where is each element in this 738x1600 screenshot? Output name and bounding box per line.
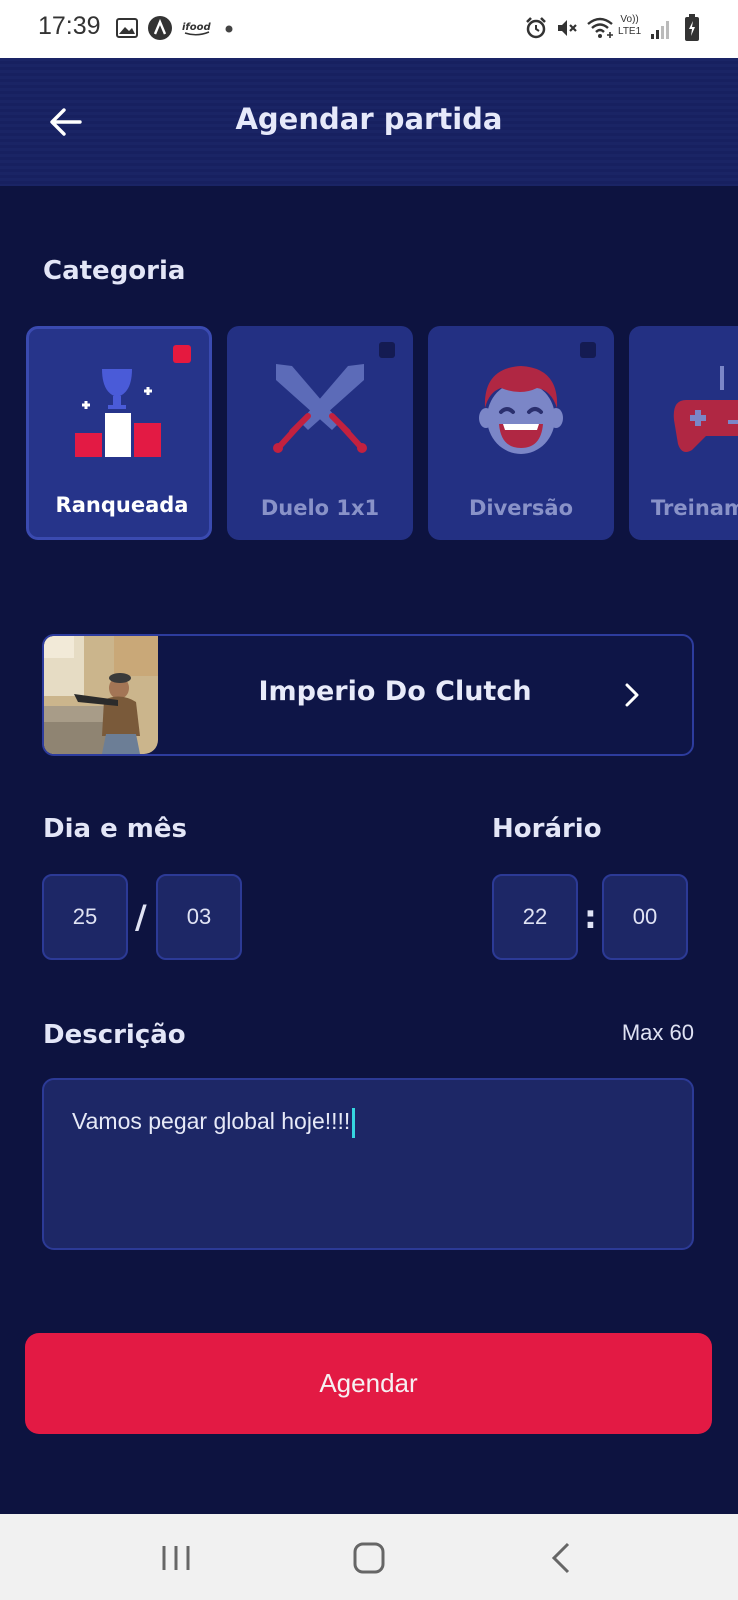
category-card-diversao[interactable]: Diversão [428, 326, 614, 540]
app-header: Agendar partida [0, 58, 738, 186]
svg-text:ifood: ifood [182, 22, 212, 33]
lte-label: LTE1 [618, 26, 642, 37]
dot-icon [225, 25, 233, 33]
day-input[interactable]: 25 [42, 874, 128, 960]
volte-label: Vo)) [620, 14, 639, 25]
home-icon[interactable] [349, 1538, 389, 1578]
signal-icon [651, 21, 669, 39]
system-nav-bar [0, 1514, 738, 1600]
card-checkbox [379, 342, 395, 358]
date-separator: / [135, 898, 147, 936]
category-card-label: Ranqueada [55, 493, 189, 517]
category-label: Categoria [43, 256, 186, 286]
page-title: Agendar partida [235, 102, 503, 136]
description-text: Vamos pegar global hoje!!!! [72, 1108, 351, 1135]
month-input[interactable]: 03 [156, 874, 242, 960]
crossed-swords-icon [273, 364, 367, 453]
time-label: Horário [492, 814, 602, 844]
text-caret [352, 1108, 356, 1138]
category-card-label: Diversão [468, 496, 573, 520]
category-card-ranqueada[interactable]: Ranqueada [26, 326, 212, 540]
volte-icon: Vo)) LTE1 [618, 14, 641, 38]
back-nav-icon[interactable] [542, 1538, 582, 1578]
team-name: Imperio Do Clutch [258, 676, 532, 707]
battery-icon [685, 14, 699, 41]
schedule-button[interactable]: Agendar [25, 1333, 712, 1434]
category-card-duelo[interactable]: Duelo 1x1 [227, 326, 413, 540]
category-card-label: Duelo 1x1 [260, 496, 380, 520]
status-time: 17:39 [38, 12, 101, 40]
team-avatar [44, 636, 158, 754]
description-max-label: Max 60 [621, 1020, 694, 1045]
gallery-icon [116, 18, 138, 38]
description-label: Descrição [43, 1020, 186, 1050]
date-label: Dia e mês [43, 814, 187, 844]
status-bar: 17:39 ifood Vo)) LTE1 [0, 0, 738, 58]
gamepad-icon [673, 366, 738, 452]
recent-apps-icon[interactable] [156, 1538, 196, 1578]
wifi-icon [587, 17, 613, 38]
category-carousel[interactable]: Ranqueada Duelo 1x1 Diversão Treinam [0, 326, 738, 542]
alarm-icon [526, 17, 546, 39]
hour-input[interactable]: 22 [492, 874, 578, 960]
category-card-label: Treinam [651, 496, 738, 520]
card-checkbox [173, 345, 191, 363]
mute-icon [558, 20, 577, 36]
laughing-face-icon [479, 366, 563, 454]
card-checkbox [580, 342, 596, 358]
team-selector[interactable]: Imperio Do Clutch [42, 634, 694, 756]
ifood-icon: ifood [182, 22, 212, 36]
chevron-right-icon [625, 683, 639, 707]
description-textarea[interactable]: Vamos pegar global hoje!!!! [42, 1078, 694, 1250]
app-a-icon [148, 16, 172, 40]
category-card-treinamento[interactable]: Treinam [629, 326, 738, 540]
podium-trophy-icon [75, 369, 161, 457]
minute-input[interactable]: 00 [602, 874, 688, 960]
time-separator: : [584, 898, 597, 936]
